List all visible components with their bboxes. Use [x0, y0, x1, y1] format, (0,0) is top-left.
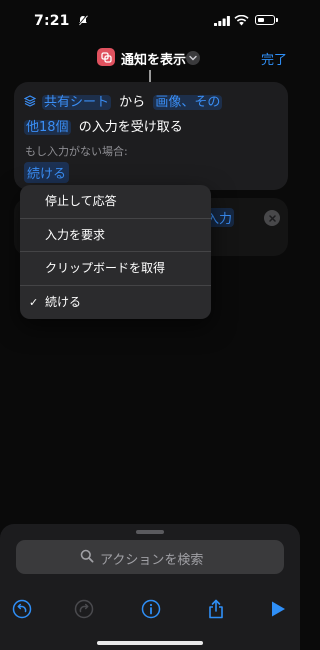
- menu-item-ask-for-input[interactable]: 入力を要求: [20, 219, 211, 252]
- search-placeholder: アクションを検索: [100, 553, 204, 568]
- close-icon: [268, 214, 276, 222]
- share-sheet-token[interactable]: 共有シート: [42, 95, 112, 110]
- input-types-token-part2[interactable]: 他18個: [24, 120, 71, 135]
- flow-connector: [149, 70, 151, 82]
- battery-icon: [255, 15, 275, 25]
- info-icon: [141, 599, 161, 619]
- cellular-signal-icon: [214, 16, 230, 26]
- checkmark-icon: ✓: [29, 295, 39, 309]
- chevron-down-icon: [189, 55, 197, 61]
- menu-item-label: クリップボードを取得: [45, 261, 166, 275]
- layers-icon: [100, 51, 112, 63]
- status-time: 7:21: [34, 13, 70, 29]
- undo-icon: [12, 599, 32, 619]
- shortcut-title[interactable]: 通知を表示: [121, 49, 186, 68]
- no-input-options-menu: 停止して応答 入力を要求 クリップボードを取得 ✓ 続ける: [20, 185, 211, 319]
- nav-bar: 通知を表示 完了: [0, 44, 300, 72]
- home-indicator: [97, 641, 203, 645]
- undo-button[interactable]: [11, 598, 33, 620]
- menu-item-stop-and-respond[interactable]: 停止して応答: [20, 185, 211, 219]
- bell-slash-icon: [78, 15, 88, 26]
- search-icon: [80, 549, 94, 563]
- sheet-grabber[interactable]: [136, 530, 164, 534]
- menu-item-continue[interactable]: ✓ 続ける: [20, 286, 211, 320]
- battery-tip: [276, 18, 278, 22]
- from-text: から: [119, 95, 146, 110]
- input-types-token-part1[interactable]: 画像、その: [153, 95, 223, 110]
- menu-item-get-clipboard[interactable]: クリップボードを取得: [20, 252, 211, 286]
- redo-icon: [74, 599, 94, 619]
- share-icon: [209, 599, 223, 619]
- menu-item-label: 続ける: [45, 294, 82, 309]
- menu-item-label: 停止して応答: [45, 194, 117, 208]
- action-line-2: 他18個 の入力を受け取る: [24, 116, 183, 135]
- shortcut-app-icon[interactable]: [97, 48, 115, 66]
- action-line-1: 共有シート から 画像、その: [23, 91, 223, 110]
- play-icon: [272, 601, 285, 617]
- layers-icon: [23, 95, 37, 107]
- menu-item-label: 入力を要求: [45, 227, 106, 242]
- share-button[interactable]: [205, 598, 227, 620]
- wifi-icon: [234, 15, 249, 26]
- redo-button[interactable]: [73, 598, 95, 620]
- info-button[interactable]: [140, 598, 162, 620]
- search-actions-field[interactable]: アクションを検索: [16, 540, 284, 574]
- remove-action-button[interactable]: [264, 210, 280, 226]
- no-input-behavior-token[interactable]: 続ける: [24, 162, 70, 183]
- done-button[interactable]: 完了: [261, 49, 287, 68]
- run-button[interactable]: [267, 598, 289, 620]
- if-no-input-label: もし入力がない場合:: [25, 145, 128, 158]
- receive-input-text: の入力を受け取る: [78, 120, 183, 135]
- title-menu-button[interactable]: [186, 51, 200, 65]
- status-bar: 7:21: [0, 0, 300, 40]
- receive-input-action-card[interactable]: 共有シート から 画像、その 他18個 の入力を受け取る もし入力がない場合: …: [14, 82, 288, 190]
- actions-bottom-sheet: アクションを検索: [0, 524, 300, 650]
